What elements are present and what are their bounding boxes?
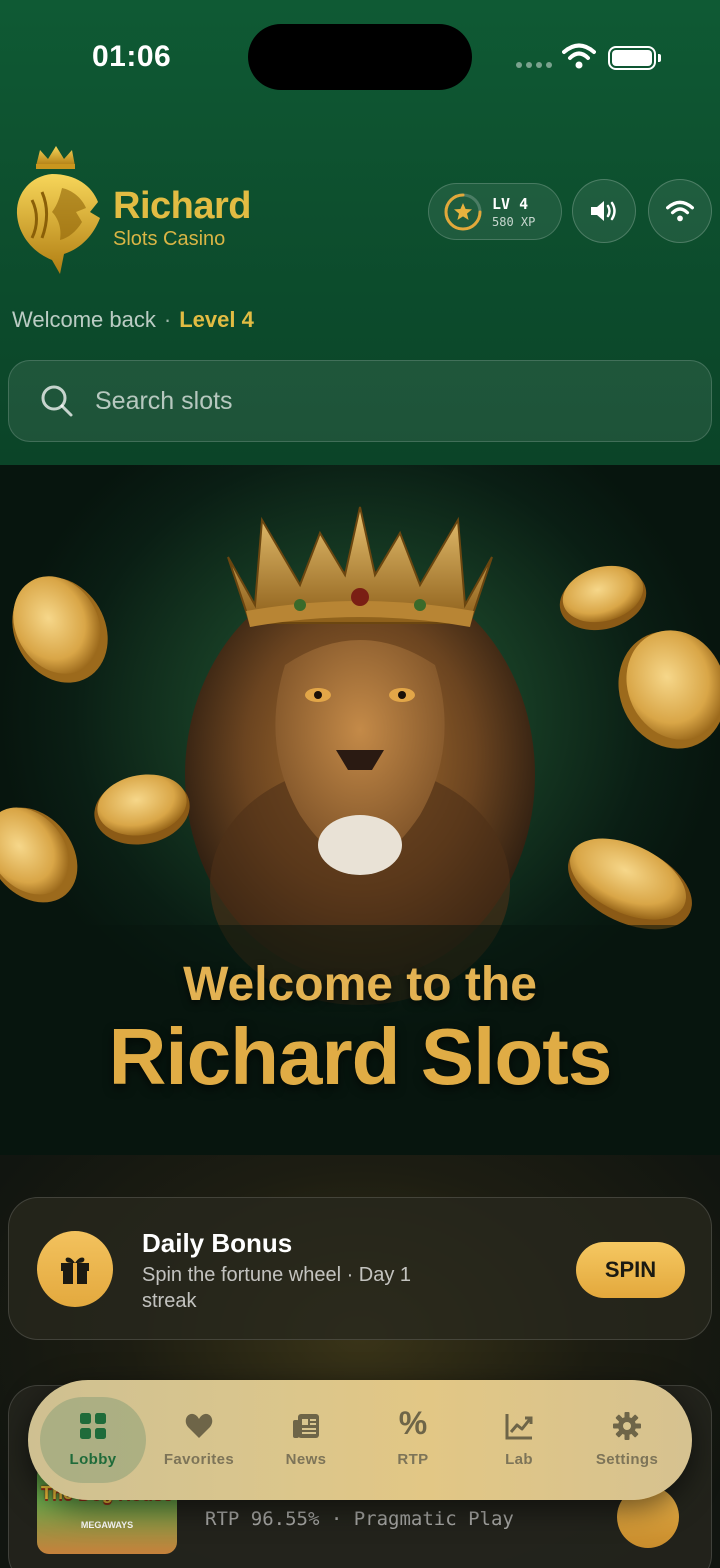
dynamic-island — [248, 24, 472, 90]
speaker-icon — [591, 201, 616, 221]
tab-lab[interactable]: Lab — [466, 1397, 572, 1483]
sound-button[interactable] — [572, 179, 636, 243]
wifi-icon — [666, 200, 694, 222]
brand-name: Richard — [113, 185, 251, 227]
battery-icon — [608, 46, 661, 70]
spin-button[interactable]: SPIN — [576, 1242, 685, 1298]
search-input[interactable] — [95, 379, 675, 423]
percent-icon: % — [398, 1405, 428, 1441]
welcome-separator: · — [163, 307, 172, 332]
app-header: 01:06 Richard Slots Casino LV 4 580 XP W… — [0, 0, 720, 465]
tab-settings[interactable]: Settings — [574, 1397, 680, 1483]
tab-label: Lobby — [69, 1451, 117, 1468]
gift-icon — [61, 1257, 89, 1284]
tab-label: News — [285, 1451, 327, 1468]
hero-title-line1: Welcome to the — [183, 958, 537, 1011]
gear-icon — [613, 1412, 641, 1440]
game-thumbnail-subtitle: MEGAWAYS — [80, 1520, 134, 1530]
daily-bonus-description: Spin the fortune wheel · Day 1 streak — [142, 1264, 412, 1312]
star-progress-icon — [444, 193, 482, 231]
tab-label: Settings — [595, 1451, 659, 1468]
newspaper-icon — [293, 1414, 319, 1438]
cellular-signal-icon — [516, 62, 552, 68]
tab-lobby[interactable]: Lobby — [40, 1397, 146, 1483]
hero-title-line2: Richard Slots — [108, 1012, 613, 1101]
wifi-status-icon — [562, 43, 596, 69]
search-icon — [41, 385, 73, 417]
lion-logo-icon — [16, 146, 100, 274]
welcome-line: Welcome back · Level 4 — [12, 307, 254, 333]
tab-label: RTP — [397, 1451, 429, 1468]
level-label: LV 4 — [492, 195, 529, 213]
grid-icon — [80, 1413, 106, 1439]
status-bar: 01:06 — [0, 0, 720, 110]
welcome-level: Level 4 — [179, 307, 254, 332]
brand-subtitle: Slots Casino — [113, 228, 226, 250]
search-bar[interactable] — [8, 360, 712, 442]
connection-button[interactable] — [648, 179, 712, 243]
level-badge[interactable]: LV 4 580 XP — [428, 183, 562, 240]
tab-rtp[interactable]: % RTP — [360, 1397, 466, 1483]
heart-icon — [185, 1413, 213, 1438]
daily-bonus-title: Daily Bonus — [142, 1228, 293, 1258]
chart-line-icon — [505, 1414, 533, 1440]
xp-label: 580 XP — [492, 215, 536, 229]
lobby-content: Daily Bonus Spin the fortune wheel · Day… — [0, 1155, 720, 1568]
tab-favorites[interactable]: Favorites — [146, 1397, 252, 1483]
daily-bonus-card[interactable]: Daily Bonus Spin the fortune wheel · Day… — [8, 1197, 712, 1340]
game-meta: RTP 96.55% · Pragmatic Play — [205, 1508, 514, 1530]
gift-badge — [37, 1231, 113, 1307]
hero-banner[interactable]: Welcome to the Richard Slots — [0, 465, 720, 1155]
bottom-tab-bar: Lobby Favorites News % RTP Lab Settings — [28, 1380, 692, 1500]
status-time: 01:06 — [92, 40, 172, 73]
tab-label: Favorites — [163, 1451, 235, 1468]
tab-label: Lab — [505, 1451, 533, 1468]
tab-news[interactable]: News — [253, 1397, 359, 1483]
welcome-text: Welcome back — [12, 307, 156, 332]
